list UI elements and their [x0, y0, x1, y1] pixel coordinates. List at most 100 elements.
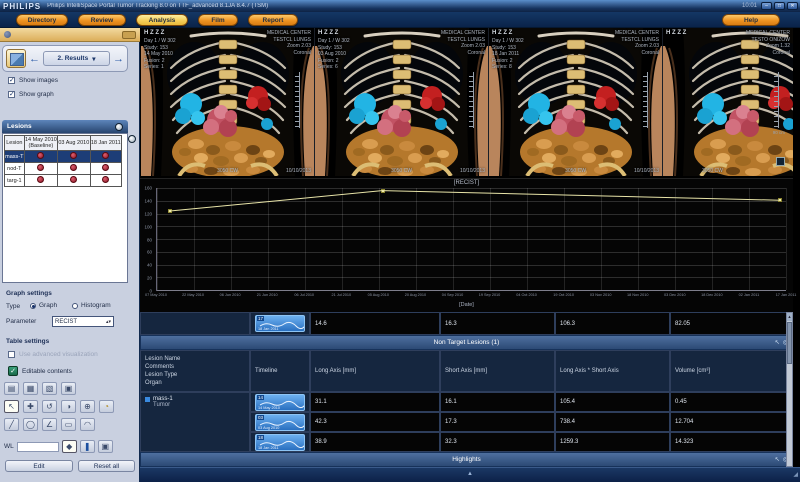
radio-histogram[interactable]: Histogram	[72, 302, 111, 309]
target-lesion-icon[interactable]	[70, 164, 78, 172]
curve-roi-icon[interactable]: ◠	[80, 418, 95, 431]
panel-toggle-icon[interactable]	[115, 122, 123, 131]
rotate-tool-icon[interactable]: ↺	[42, 400, 57, 413]
close-button[interactable]: ✕	[787, 2, 798, 10]
timeline-cell[interactable]: 14 14 May 2010	[250, 392, 310, 412]
bottom-panel-bar[interactable]: ▲ ◢	[140, 467, 800, 482]
advanced-checkbox[interactable]: Use advanced visualization	[8, 351, 98, 358]
vertical-scrollbar[interactable]: ▲	[786, 312, 793, 467]
tool-row-4: WL ◆ ❚ ▣	[4, 440, 136, 453]
expand-panel-icon[interactable]: ▲	[467, 471, 473, 477]
rect-roi-icon[interactable]: ▭	[61, 418, 76, 431]
main-area: H Z Z Z Day 1 / W 302 Study: 153 14 May 2…	[140, 28, 800, 482]
timeline-cell[interactable]: 03 03 Aug 2010	[250, 412, 310, 432]
show-images-checkbox[interactable]: ✓ Show images	[8, 77, 58, 84]
minimize-button[interactable]: –	[761, 2, 772, 10]
angle-measure-icon[interactable]: ∠	[42, 418, 57, 431]
forward-arrow-icon[interactable]: →	[113, 53, 124, 64]
pin-icon[interactable]	[4, 31, 11, 38]
workflow-step-select[interactable]: 2. Results ▾	[43, 51, 110, 66]
study-info-overlay: Day 1 / W 302 Study: 153 14 May 2010 Fusio…	[144, 38, 176, 70]
film-icon[interactable]: ▣	[97, 440, 113, 453]
product-value: 738.4	[555, 412, 670, 432]
orientation-cube-icon[interactable]	[776, 157, 785, 166]
target-lesion-icon[interactable]	[70, 176, 78, 184]
tab-analysis[interactable]: Analysis	[136, 14, 188, 26]
target-lesion-icon[interactable]	[37, 152, 45, 160]
lesion-name-cell[interactable]: mass-1 Tumor	[140, 392, 250, 452]
help-button[interactable]: Help	[722, 14, 780, 26]
timeline-thumbnail[interactable]: 17 18 Jan 2011	[255, 315, 305, 332]
long-axis-value: 38.9	[310, 432, 440, 452]
target-summary-row[interactable]: 17 18 Jan 2011 14.6 16.3 106.3 82.05	[140, 312, 793, 335]
timeline-thumbnail[interactable]: 14 14 May 2010	[255, 393, 305, 411]
wl-input[interactable]	[16, 441, 59, 452]
target-lesion-icon[interactable]	[37, 164, 45, 172]
window-level-tool-icon[interactable]: ◑	[61, 400, 76, 413]
scroll-tool-icon[interactable]: ◔	[99, 400, 114, 413]
edit-button[interactable]: Edit	[5, 460, 73, 472]
grid-tool-icon[interactable]: ▦	[23, 382, 38, 395]
zoom-tool-icon[interactable]: ⊕	[80, 400, 95, 413]
reset-all-button[interactable]: Reset all	[78, 460, 135, 472]
back-arrow-icon[interactable]: ←	[29, 53, 40, 64]
lesion-row[interactable]: nod-T	[4, 162, 123, 176]
viewport-2[interactable]: H Z Z Z Day 1 / W 302 Study: 153 03 Aug 2…	[315, 28, 489, 176]
tab-report[interactable]: Report	[248, 14, 298, 26]
layout-tool-icon[interactable]: ▤	[4, 382, 19, 395]
volume-icon[interactable]: ❚	[79, 440, 95, 453]
target-lesion-icon[interactable]	[37, 176, 45, 184]
tab-film[interactable]: Film	[198, 14, 238, 26]
cube-3d-icon[interactable]: ◆	[61, 440, 77, 453]
tab-review[interactable]: Review	[78, 14, 126, 26]
line-measure-icon[interactable]: ╱	[4, 418, 19, 431]
resize-grip-icon[interactable]: ◢	[793, 471, 798, 478]
main-tab-bar: Directory Review Analysis Film Report He…	[0, 12, 800, 28]
recist-chart[interactable]: [RECIST] 0 20 40 60 80 100 120 140 160 07 May 20…	[140, 178, 796, 312]
edit-arrow-icon[interactable]: ↖	[775, 339, 780, 346]
spinner-icon[interactable]: ▴▾	[106, 319, 111, 325]
target-lesion-icon[interactable]	[102, 164, 110, 172]
viewport-4[interactable]: H Z Z Z MEDICAL CENTER TESTO ONIZOW Zoom …	[663, 28, 793, 176]
philips-logo: PHILIPS	[3, 1, 42, 11]
viewport-3[interactable]: H Z Z Z Day 1 / W 302 Study: 153 18 Jan 2…	[489, 28, 663, 176]
lesions-panel-header[interactable]: Lesions	[2, 120, 128, 133]
lesion-row[interactable]: targ-1	[4, 174, 123, 188]
target-lesion-icon[interactable]	[102, 152, 110, 160]
scroll-up-icon[interactable]: ▲	[787, 313, 792, 321]
volume-value: 14.323	[670, 432, 793, 452]
ellipse-roi-icon[interactable]: ◯	[23, 418, 38, 431]
summary-timeline-cell[interactable]: 17 18 Jan 2011	[250, 312, 310, 335]
orientation-label: H Z Z Z	[144, 30, 165, 36]
parameter-label: Parameter	[6, 318, 37, 325]
lesion-table-expand-icon[interactable]	[128, 135, 136, 143]
timeline-thumbnail[interactable]: 03 03 Aug 2010	[255, 413, 305, 431]
timeline-thumbnail[interactable]: 18 18 Jan 2011	[255, 433, 305, 451]
header-long-axis: Long Axis [mm]	[310, 350, 440, 392]
show-graph-checkbox[interactable]: ✓ Show graph	[8, 91, 54, 98]
target-lesion-icon[interactable]	[102, 176, 110, 184]
report-tool-icon[interactable]: ▣	[61, 382, 76, 395]
non-target-lesions-banner[interactable]: Non Target Lesions (1) ↖ ◎	[140, 335, 793, 350]
timeline-cell[interactable]: 18 18 Jan 2011	[250, 432, 310, 452]
compare-tool-icon[interactable]: ▧	[42, 382, 57, 395]
pan-tool-icon[interactable]: ✚	[23, 400, 38, 413]
strip-button[interactable]	[122, 31, 136, 39]
parameter-dropdown[interactable]: RECIST ▴▾	[52, 316, 114, 327]
summary-product: 106.3	[555, 312, 670, 335]
edit-arrow-icon[interactable]: ↖	[775, 456, 780, 463]
window-level-overlay: 3050 CW	[565, 167, 586, 174]
parameter-value: RECIST	[55, 318, 78, 325]
pointer-tool-icon[interactable]: ↖	[4, 400, 19, 413]
tab-directory[interactable]: Directory	[16, 14, 68, 26]
target-lesion-icon[interactable]	[70, 152, 78, 160]
editable-contents-button[interactable]: ✓ Editable contents	[8, 366, 72, 376]
viewport-1[interactable]: H Z Z Z Day 1 / W 302 Study: 153 14 May 2…	[141, 28, 315, 176]
highlights-banner[interactable]: Highlights ↖ ◎	[140, 452, 793, 467]
lesion-row[interactable]: mass-T	[4, 150, 123, 164]
scrollbar-thumb[interactable]	[787, 322, 792, 364]
col-date-3: 18 Jan 2011	[89, 134, 123, 152]
maximize-button[interactable]: □	[774, 2, 785, 10]
radio-graph[interactable]: Graph	[30, 302, 57, 309]
images-icon[interactable]	[6, 49, 26, 68]
